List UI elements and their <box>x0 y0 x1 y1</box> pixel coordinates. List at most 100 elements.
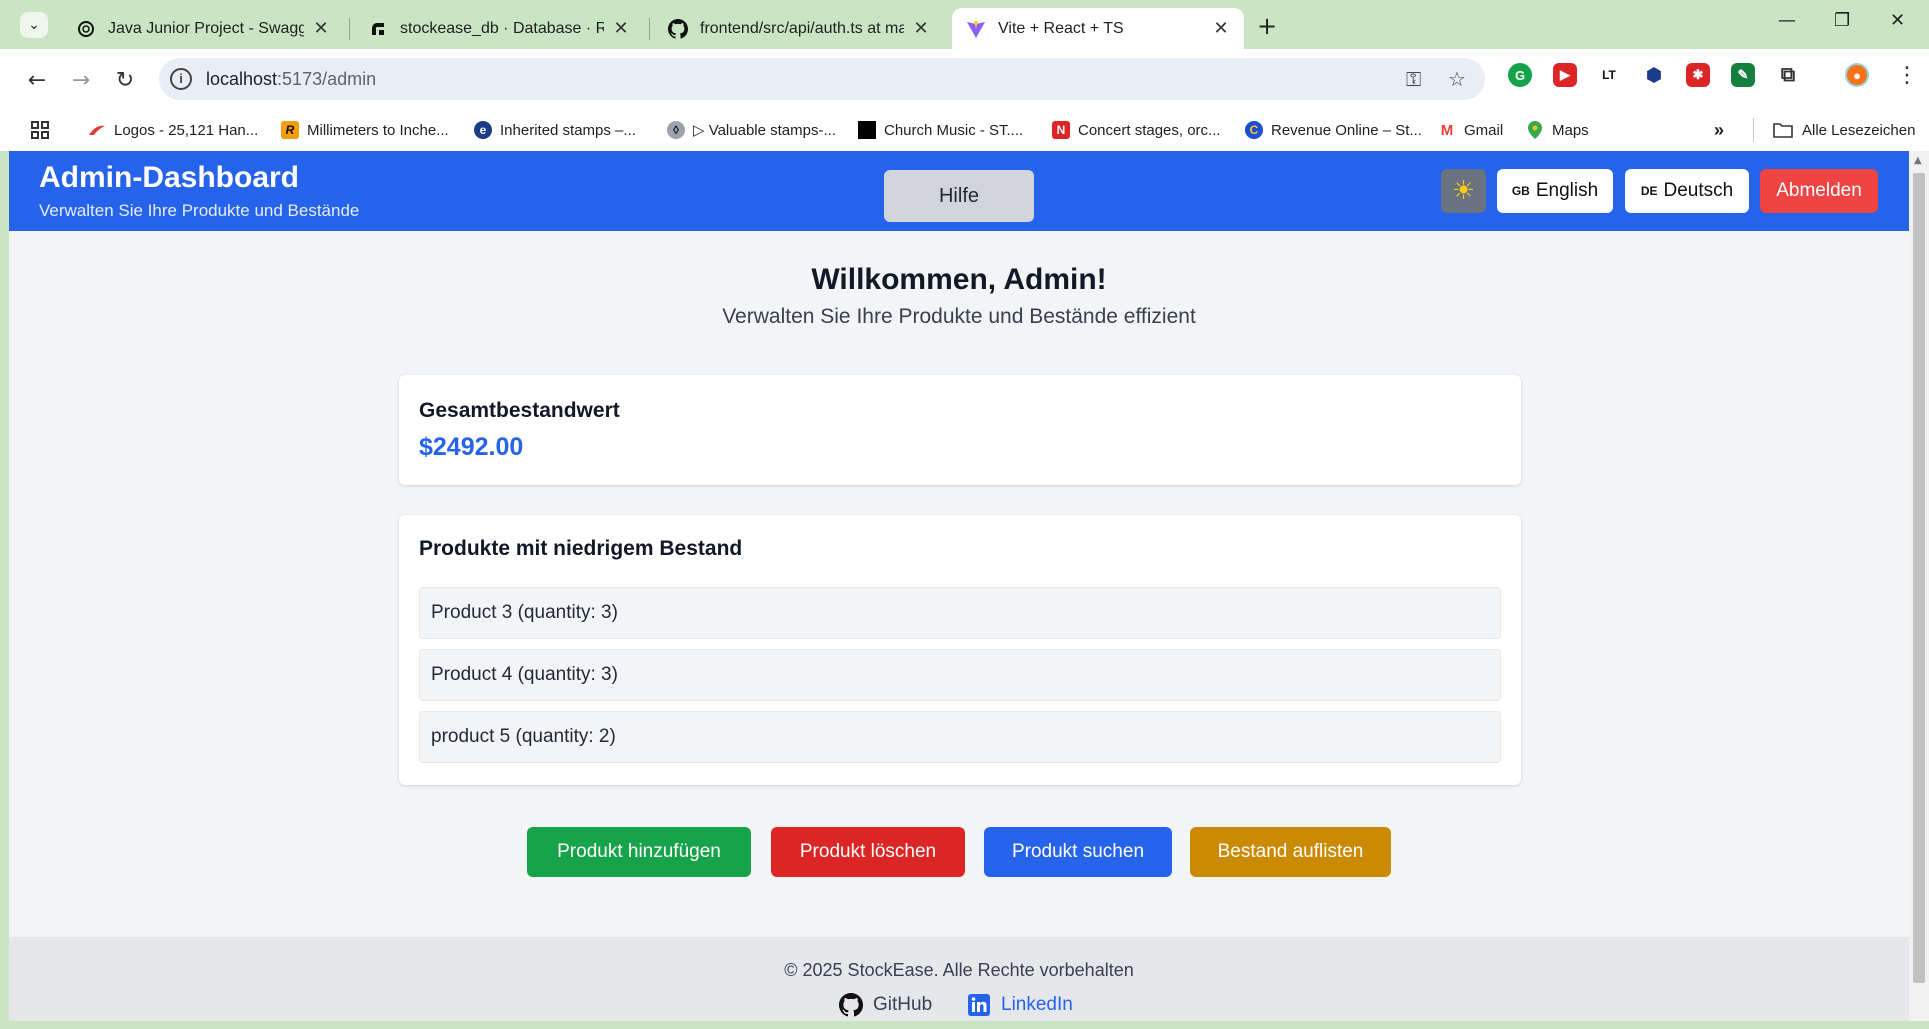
help-button[interactable]: Hilfe <box>884 170 1034 222</box>
languagetool-icon[interactable]: LT <box>1597 63 1621 87</box>
vite-icon <box>966 19 986 39</box>
tab-swagger[interactable]: Java Junior Project - Swagger A ✕ <box>62 8 344 49</box>
bookmark-label: Logos - 25,121 Han... <box>114 121 259 139</box>
bookmark-item[interactable]: R Millimeters to Inche... <box>281 118 449 142</box>
url-path: :5173/admin <box>277 69 377 89</box>
grammarly-icon[interactable]: G <box>1508 63 1532 87</box>
github-link[interactable]: GitHub <box>839 993 932 1017</box>
folder-icon <box>1772 121 1794 139</box>
address-bar[interactable]: i localhost:5173/admin ⚿ ☆ <box>159 58 1485 100</box>
tab-search-button[interactable]: ⌄ <box>20 12 48 38</box>
theme-toggle-button[interactable]: ☀ <box>1441 169 1486 213</box>
linkedin-icon <box>967 993 991 1017</box>
total-stock-title: Gesamtbestandwert <box>419 399 620 422</box>
bookmark-item[interactable]: N Concert stages, orc... <box>1052 118 1221 142</box>
key-icon[interactable]: ⚿ <box>1406 67 1421 91</box>
close-icon[interactable]: ✕ <box>312 18 330 39</box>
close-icon[interactable]: ✕ <box>1212 18 1230 39</box>
minimize-icon[interactable]: — <box>1778 10 1796 31</box>
list-item: Product 3 (quantity: 3) <box>419 587 1501 639</box>
github-icon <box>668 18 688 39</box>
tab-title: Vite + React + TS <box>998 19 1124 37</box>
footer: © 2025 StockEase. Alle Rechte vorbehalte… <box>9 937 1909 1021</box>
english-button[interactable]: GB English <box>1497 169 1613 213</box>
page-viewport: Admin-Dashboard Verwalten Sie Ihre Produ… <box>9 151 1909 1021</box>
back-arrow-icon[interactable]: ← <box>21 64 53 96</box>
site-info-icon[interactable]: i <box>170 68 192 90</box>
profile-avatar[interactable]: ● <box>1845 63 1869 87</box>
browser-menu-icon[interactable]: ⋮ <box>1896 63 1918 88</box>
close-icon[interactable]: ✕ <box>612 18 630 39</box>
maps-icon <box>1526 121 1544 139</box>
scroll-up-icon[interactable]: ▲ <box>1914 155 1922 166</box>
page-title: Admin-Dashboard <box>39 161 300 194</box>
list-item: Product 4 (quantity: 3) <box>419 649 1501 701</box>
english-label: English <box>1535 180 1599 201</box>
all-bookmarks-label: Alle Lesezeichen <box>1802 121 1916 139</box>
red-extension-icon[interactable]: ✱ <box>1686 63 1710 87</box>
apps-grid-icon[interactable] <box>30 118 50 142</box>
restore-icon[interactable]: ❐ <box>1834 10 1850 31</box>
bookmark-label: Gmail <box>1464 121 1504 139</box>
welcome-heading: Willkommen, Admin! <box>811 263 1107 296</box>
bookmarks-bar: Logos - 25,121 Han... R Millimeters to I… <box>0 109 1929 151</box>
scrollbar-thumb[interactable] <box>1913 173 1925 983</box>
new-tab-icon[interactable]: + <box>1257 12 1277 40</box>
bookmark-item[interactable]: Logos - 25,121 Han... <box>88 118 258 142</box>
bookmark-item[interactable]: C Revenue Online – St... <box>1245 118 1422 142</box>
bookmark-separator <box>1753 118 1754 142</box>
bookmark-item[interactable]: e Inherited stamps –... <box>474 118 636 142</box>
bookmark-label: Inherited stamps –... <box>500 121 636 139</box>
page-scrollbar[interactable]: ▲ <box>1909 151 1929 1021</box>
welcome-subtitle: Verwalten Sie Ihre Produkte und Bestände… <box>722 305 1196 328</box>
reload-icon[interactable]: ↻ <box>109 64 141 96</box>
add-product-button[interactable]: Produkt hinzufügen <box>527 827 751 877</box>
search-product-button[interactable]: Produkt suchen <box>984 827 1172 877</box>
hexagon-extension-icon[interactable]: ⬢ <box>1642 63 1666 87</box>
forward-arrow-icon[interactable]: → <box>65 64 97 96</box>
extensions-puzzle-icon[interactable]: ⧉ <box>1776 63 1800 87</box>
n-icon: N <box>1052 121 1070 139</box>
copyright-text: © 2025 StockEase. Alle Rechte vorbehalte… <box>784 960 1134 980</box>
render-icon <box>368 19 388 39</box>
tab-strip: ⌄ Java Junior Project - Swagger A ✕ stoc… <box>0 0 1929 49</box>
url-text[interactable]: localhost:5173/admin <box>206 69 376 90</box>
de-flag-icon: DE <box>1640 184 1658 198</box>
url-host: localhost <box>206 69 278 89</box>
tab-render-db[interactable]: stockease_db · Database · Ren ✕ <box>354 8 644 49</box>
tab-vite-active[interactable]: Vite + React + TS ✕ <box>952 8 1244 49</box>
star-icon[interactable]: ☆ <box>1448 67 1466 91</box>
deutsch-button[interactable]: DE Deutsch <box>1625 169 1749 213</box>
bookmark-label: Maps <box>1552 121 1589 139</box>
low-stock-card: Produkte mit niedrigem Bestand Product 3… <box>399 515 1521 785</box>
r-icon: R <box>281 121 299 139</box>
all-bookmarks[interactable]: Alle Lesezeichen <box>1772 118 1915 142</box>
close-icon[interactable]: ✕ <box>912 18 930 39</box>
black-square-icon <box>858 121 876 139</box>
tab-separator <box>349 18 350 40</box>
linkedin-link[interactable]: LinkedIn <box>967 993 1073 1017</box>
tab-github[interactable]: frontend/src/api/auth.ts at mast ✕ <box>654 8 944 49</box>
page-subtitle: Verwalten Sie Ihre Produkte und Bestände <box>39 201 360 220</box>
tab-title: frontend/src/api/auth.ts at mast <box>700 19 904 37</box>
bookmark-label: Millimeters to Inche... <box>307 121 449 139</box>
delete-product-button[interactable]: Produkt löschen <box>771 827 965 877</box>
logout-button[interactable]: Abmelden <box>1760 169 1878 213</box>
low-stock-title: Produkte mit niedrigem Bestand <box>419 537 743 560</box>
app-header: Admin-Dashboard Verwalten Sie Ihre Produ… <box>9 151 1909 231</box>
colorado-icon: C <box>1245 121 1263 139</box>
total-stock-value-card: Gesamtbestandwert $2492.00 <box>399 375 1521 485</box>
bookmark-item[interactable]: M Gmail <box>1438 118 1503 142</box>
close-window-icon[interactable]: ✕ <box>1890 10 1905 31</box>
pen-extension-icon[interactable]: ✎ <box>1731 63 1755 87</box>
list-stock-button[interactable]: Bestand auflisten <box>1190 827 1391 877</box>
sun-icon: ☀ <box>1451 176 1476 206</box>
bookmark-item[interactable]: ◊ ▷ Valuable stamps-... <box>667 118 836 142</box>
more-bookmarks-icon[interactable]: » <box>1714 118 1724 142</box>
gb-flag-icon: GB <box>1511 184 1530 198</box>
bookmark-item[interactable]: Church Music - ST.... <box>858 118 1023 142</box>
youtube-icon[interactable]: ▶ <box>1553 63 1577 87</box>
bookmark-item[interactable]: Maps <box>1526 118 1589 142</box>
drop-icon: ◊ <box>667 121 685 139</box>
browser-window: ⌄ Java Junior Project - Swagger A ✕ stoc… <box>0 0 1929 1029</box>
